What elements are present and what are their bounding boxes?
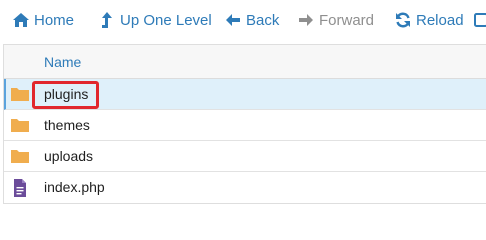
reload-icon	[394, 11, 412, 29]
file-table: Name plugins themes uploads index.php	[3, 44, 486, 204]
file-icon	[10, 178, 30, 197]
select-all-button[interactable]	[472, 8, 486, 32]
back-label: Back	[246, 11, 280, 29]
checkbox-icon	[472, 11, 486, 29]
row-name: plugins	[44, 86, 89, 102]
reload-button[interactable]: Reload	[394, 8, 464, 32]
table-row-themes[interactable]: themes	[4, 110, 486, 141]
folder-icon	[10, 116, 30, 134]
table-row-index-php[interactable]: index.php	[4, 172, 486, 203]
arrow-right-icon	[297, 11, 315, 29]
folder-icon	[10, 147, 30, 165]
toolbar: Home Up One Level Back Forward Reload	[0, 0, 486, 40]
row-name: themes	[44, 117, 90, 133]
row-name: index.php	[44, 179, 105, 195]
forward-label: Forward	[319, 11, 375, 29]
arrow-left-icon	[224, 11, 242, 29]
arrow-up-icon	[98, 11, 116, 29]
table-header: Name	[4, 45, 486, 79]
up-one-level-button[interactable]: Up One Level	[98, 8, 212, 32]
file-manager: Home Up One Level Back Forward Reload Na…	[0, 0, 486, 217]
reload-label: Reload	[416, 11, 464, 29]
name-column-header[interactable]: Name	[44, 54, 81, 70]
row-name: uploads	[44, 148, 94, 164]
up-one-level-label: Up One Level	[120, 11, 212, 29]
table-row-uploads[interactable]: uploads	[4, 141, 486, 172]
home-label: Home	[34, 11, 75, 29]
folder-icon	[10, 85, 30, 103]
table-row-plugins[interactable]: plugins	[4, 79, 486, 110]
forward-button[interactable]: Forward	[297, 8, 374, 32]
back-button[interactable]: Back	[224, 8, 279, 32]
home-button[interactable]: Home	[12, 8, 74, 32]
home-icon	[12, 11, 30, 29]
